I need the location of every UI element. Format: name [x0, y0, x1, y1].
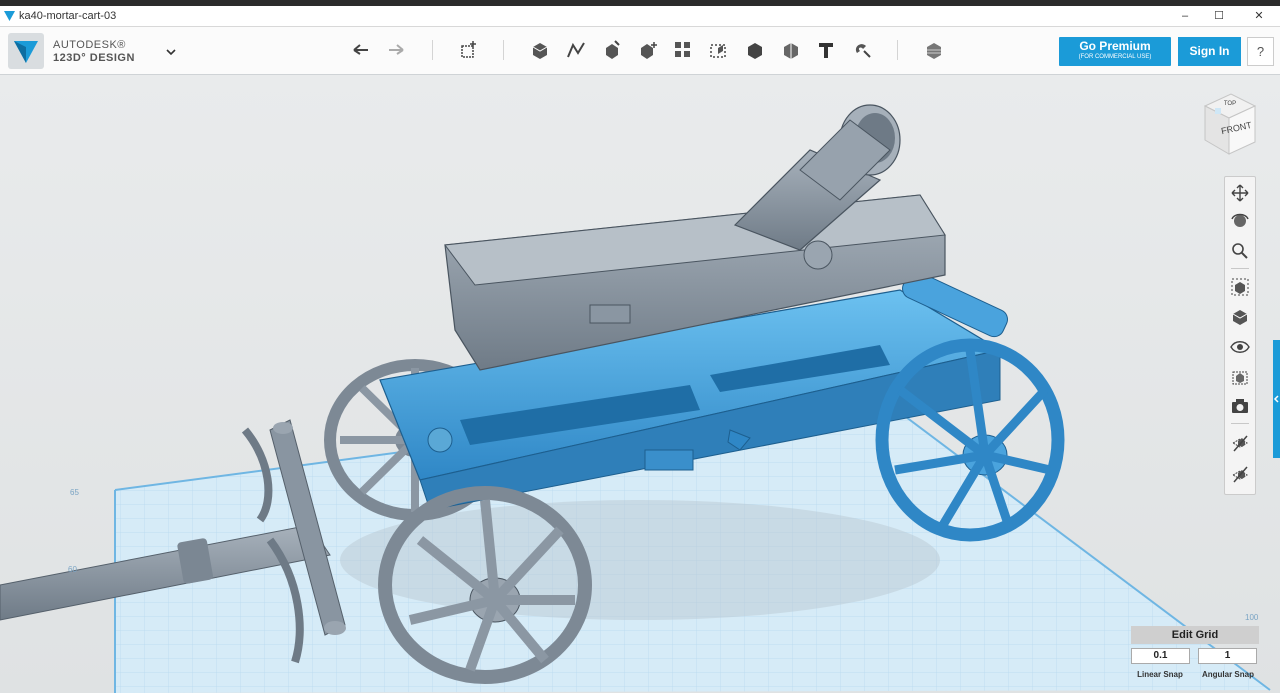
angular-snap-label: Angular Snap [1201, 670, 1254, 679]
brand-line-2: 123D° DESIGN [53, 52, 135, 64]
redo-icon[interactable] [385, 39, 407, 61]
chevron-down-icon[interactable] [164, 45, 178, 59]
go-premium-button[interactable]: Go Premium (FOR COMMERCIAL USE) [1059, 37, 1171, 66]
primitives-icon[interactable] [529, 39, 551, 61]
app-logo[interactable] [8, 33, 44, 69]
toolbar-divider [897, 40, 898, 60]
measure-icon[interactable] [780, 39, 802, 61]
navigation-bar [1224, 176, 1256, 495]
minimize-button[interactable]: – [1170, 8, 1200, 24]
window-title: ka40-mortar-cart-03 [19, 10, 117, 22]
visibility-icon[interactable] [1230, 337, 1250, 357]
transform-icon[interactable] [458, 39, 480, 61]
combine-icon[interactable] [744, 39, 766, 61]
view-icon[interactable] [1230, 307, 1250, 327]
pan-icon[interactable] [1230, 183, 1250, 203]
modify-icon[interactable] [637, 39, 659, 61]
toolbar-divider [503, 40, 504, 60]
text-icon[interactable] [815, 39, 837, 61]
maximize-button[interactable]: ☐ [1204, 8, 1234, 24]
construct-icon[interactable] [601, 39, 623, 61]
scene-canvas[interactable] [0, 75, 1280, 693]
brand-line-1: AUTODESK® [53, 39, 126, 51]
snap-view-icon[interactable] [1230, 464, 1250, 484]
go-premium-label: Go Premium [1079, 39, 1151, 53]
material-icon[interactable] [923, 39, 945, 61]
hide-grid-icon[interactable] [1230, 433, 1250, 453]
toolbar-divider [432, 40, 433, 60]
chevron-left-icon [1273, 395, 1279, 403]
linear-snap-label: Linear Snap [1137, 670, 1183, 679]
3d-viewport[interactable]: 65 60 100 [0, 75, 1280, 693]
undo-icon[interactable] [350, 39, 372, 61]
app-icon [4, 11, 15, 21]
side-panel-handle[interactable] [1273, 340, 1280, 458]
navbar-divider [1231, 268, 1249, 269]
help-button[interactable]: ? [1247, 37, 1274, 66]
edit-grid-button[interactable]: Edit Grid [1131, 626, 1259, 644]
close-button[interactable]: ✕ [1244, 8, 1274, 24]
title-bar: ka40-mortar-cart-03 – ☐ ✕ [0, 6, 1280, 27]
sketch-icon[interactable] [565, 39, 587, 61]
go-premium-sublabel: (FOR COMMERCIAL USE) [1078, 54, 1152, 60]
zoom-icon[interactable] [1230, 241, 1250, 261]
grouping-icon[interactable] [708, 39, 730, 61]
navbar-divider [1231, 423, 1249, 424]
grid-label-c: 100 [1245, 613, 1259, 622]
materials-view-icon[interactable] [1230, 367, 1250, 387]
view-cube[interactable]: TOP FRONT [1197, 88, 1259, 158]
grid-label-a: 65 [70, 488, 79, 497]
sign-in-button[interactable]: Sign In [1178, 37, 1241, 66]
orbit-icon[interactable] [1230, 211, 1250, 231]
fit-icon[interactable] [1230, 277, 1250, 297]
grid-settings-panel: Edit Grid 0.1 1 Linear Snap Angular Snap [1131, 626, 1259, 686]
linear-snap-field[interactable]: 0.1 [1131, 648, 1190, 664]
angular-snap-field[interactable]: 1 [1198, 648, 1257, 664]
grid-label-b: 60 [68, 565, 77, 574]
snap-icon[interactable] [851, 39, 873, 61]
pattern-icon[interactable] [672, 39, 694, 61]
view-cube-top-label: TOP [1224, 101, 1236, 107]
camera-icon[interactable] [1230, 396, 1250, 416]
main-toolbar: AUTODESK® 123D° DESIGN Go Premium (FOR C… [0, 27, 1280, 75]
